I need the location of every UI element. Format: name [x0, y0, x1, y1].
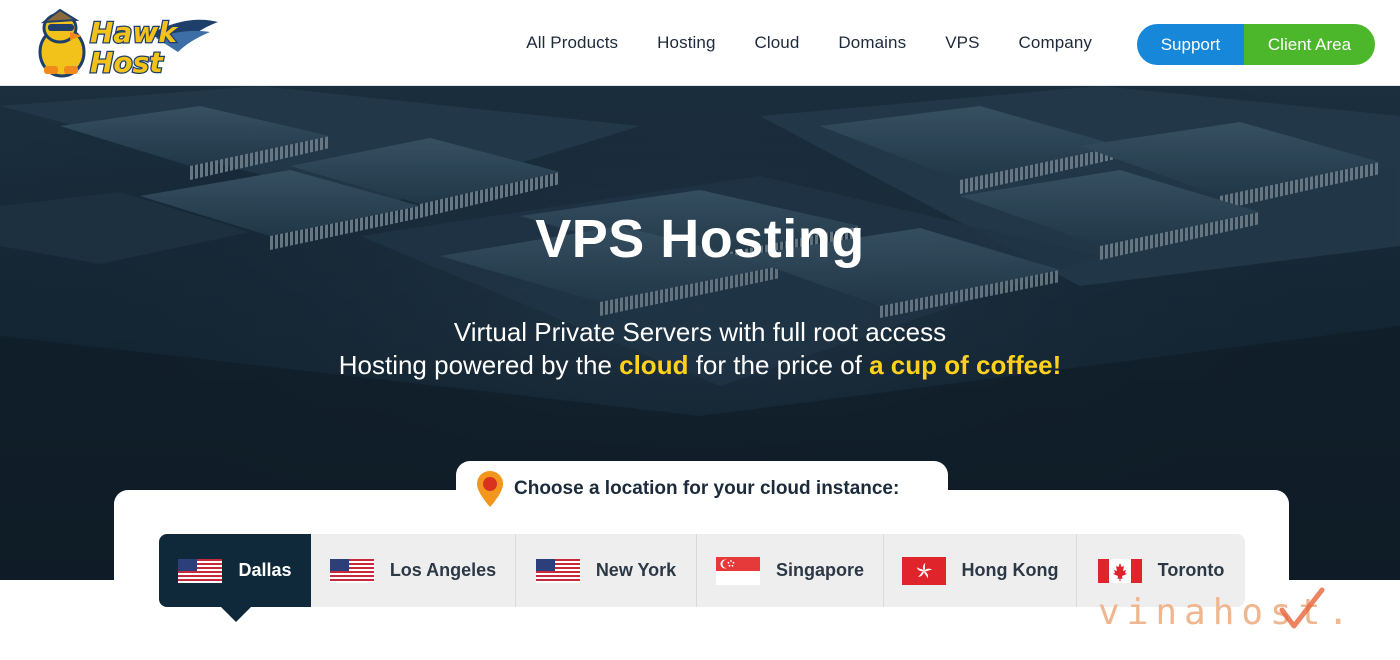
subtitle-mid: for the price of	[688, 350, 870, 380]
nav-all-products[interactable]: All Products	[526, 33, 618, 53]
location-tab-new-york[interactable]: New York	[516, 534, 697, 607]
location-label: Dallas	[238, 560, 292, 580]
location-label: Toronto	[1157, 560, 1225, 580]
subtitle-pre: Hosting powered by the	[338, 350, 620, 380]
location-label: Singapore	[775, 560, 864, 580]
us-flag-icon	[535, 558, 580, 583]
main-nav: All Products Hosting Cloud Domains VPS C…	[526, 0, 1092, 86]
location-tab-los-angeles[interactable]: Los Angeles	[311, 534, 516, 607]
nav-hosting[interactable]: Hosting	[657, 33, 715, 53]
canada-flag-icon	[1097, 558, 1142, 583]
nav-domains[interactable]: Domains	[838, 33, 906, 53]
hero-subtitle-line2: Hosting powered by the cloud for the pri…	[0, 349, 1400, 382]
nav-vps[interactable]: VPS	[945, 33, 979, 53]
location-heading: Choose a location for your cloud instanc…	[476, 469, 899, 509]
subtitle-highlight-coffee: a cup of coffee!	[869, 350, 1062, 380]
hero-subtitle-line1: Virtual Private Servers with full root a…	[453, 317, 947, 347]
svg-text:Hawk: Hawk	[90, 16, 179, 49]
header-cta-group: Support Client Area	[1137, 24, 1375, 65]
location-label: Los Angeles	[389, 560, 497, 580]
location-label: New York	[595, 560, 677, 580]
nav-cloud[interactable]: Cloud	[755, 33, 800, 53]
nav-company[interactable]: Company	[1019, 33, 1092, 53]
hong-kong-flag-icon	[901, 556, 946, 585]
svg-text:Host: Host	[90, 46, 164, 79]
singapore-flag-icon	[715, 556, 760, 585]
page-title: VPS Hosting	[535, 209, 865, 269]
subtitle-highlight-cloud: cloud	[619, 350, 689, 380]
us-flag-icon	[178, 558, 223, 583]
location-selector: Dallas Los Angeles New York Singapore Ho…	[159, 534, 1245, 622]
us-flag-icon	[329, 558, 374, 583]
hawk-host-logo[interactable]: Hawk Host	[30, 4, 220, 80]
map-pin-icon	[477, 471, 503, 507]
site-header: Hawk Host All Products Hosting Cloud Dom…	[0, 0, 1400, 86]
hero-subtitle: Virtual Private Servers with full root a…	[0, 316, 1400, 382]
support-button[interactable]: Support	[1137, 24, 1244, 65]
location-label: Hong Kong	[961, 560, 1059, 580]
location-tab-dallas[interactable]: Dallas	[159, 534, 311, 622]
location-heading-text: Choose a location for your cloud instanc…	[514, 478, 900, 499]
client-area-button[interactable]: Client Area	[1244, 24, 1375, 65]
location-tab-hong-kong[interactable]: Hong Kong	[884, 534, 1077, 607]
checkmark-icon	[1279, 587, 1325, 629]
location-tab-singapore[interactable]: Singapore	[697, 534, 884, 607]
